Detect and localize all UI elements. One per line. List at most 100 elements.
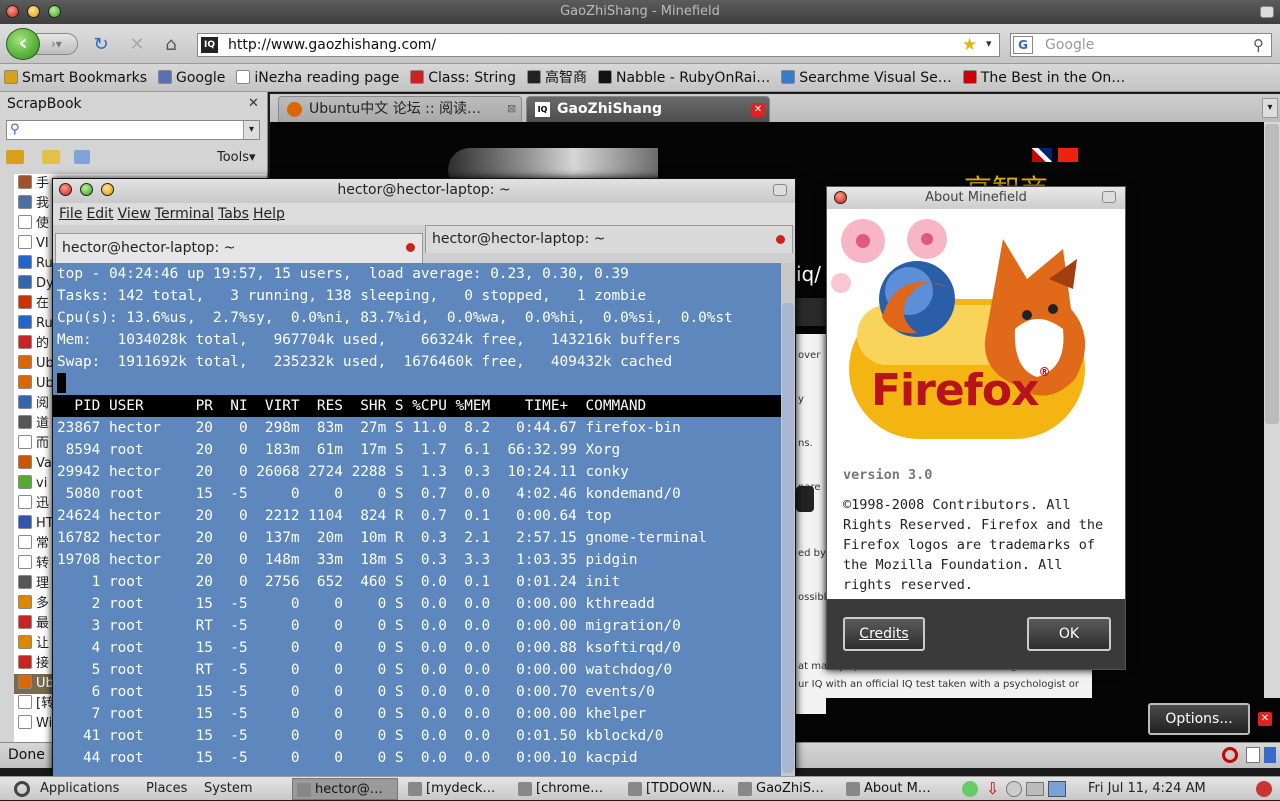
bookmark-item[interactable]: iNezha reading page xyxy=(232,64,399,91)
firefox-wordmark-text: Firefox xyxy=(871,365,1039,416)
tools-menu[interactable]: Tools▾ xyxy=(217,144,256,172)
terminal-tab-1[interactable]: hector@hector-laptop: ~ xyxy=(55,233,423,263)
sidebar-search-input[interactable]: ⚲ ▾ xyxy=(6,120,260,140)
stop-icon[interactable]: ✕ xyxy=(126,34,148,56)
open-folder-icon[interactable] xyxy=(42,150,60,164)
terminal-line: top - 04:24:46 up 19:57, 15 users, load … xyxy=(57,266,629,282)
terminal-scrollbar[interactable] xyxy=(781,263,795,777)
credits-button[interactable]: Credits xyxy=(843,617,925,651)
sidebar-item-icon xyxy=(18,475,32,489)
notes-icon[interactable] xyxy=(74,150,90,164)
bookmark-item[interactable]: Nabble - RubyOnRai… xyxy=(594,64,770,91)
tab-list-dropdown-icon[interactable]: ▾ xyxy=(1262,98,1278,118)
task-button[interactable]: About M… xyxy=(842,778,948,800)
bookmark-star-icon[interactable]: ★ xyxy=(962,35,977,55)
task-label: [chrome… xyxy=(536,781,604,796)
about-shade-button[interactable] xyxy=(1102,191,1116,203)
terminal-menu-terminal[interactable]: Terminal xyxy=(155,206,214,222)
tools-menu-label: Tools xyxy=(217,150,250,165)
security-icon[interactable] xyxy=(1264,747,1276,763)
china-flag-icon[interactable] xyxy=(1058,148,1078,162)
task-button[interactable]: [TDDOWN… xyxy=(624,778,730,800)
task-button[interactable]: [chrome… xyxy=(514,778,620,800)
findbar-close-icon[interactable]: ✕ xyxy=(1258,712,1272,726)
terminal-line: 1 root 20 0 2756 652 460 S 0.0 0.1 0:01.… xyxy=(57,574,621,590)
bookmark-item[interactable]: The Best in the On… xyxy=(959,64,1125,91)
tab-close-icon[interactable]: ✕ xyxy=(751,103,765,117)
terminal-menu-tabs[interactable]: Tabs xyxy=(218,206,249,222)
tab-close-icon[interactable]: ⊠ xyxy=(507,97,516,121)
terminal-close-button[interactable] xyxy=(59,183,72,196)
terminal-menu-view[interactable]: View xyxy=(118,206,151,222)
page-scrollbar-thumb[interactable] xyxy=(1265,124,1279,424)
ok-button[interactable]: OK xyxy=(1027,617,1111,651)
task-button[interactable]: hector@… xyxy=(292,778,398,800)
terminal-maximize-button[interactable] xyxy=(80,183,93,196)
window-resize-button[interactable] xyxy=(1260,6,1274,18)
reload-icon[interactable]: ↻ xyxy=(90,34,112,56)
new-folder-icon[interactable] xyxy=(6,150,24,164)
about-titlebar: About Minefield xyxy=(827,187,1125,209)
bookmark-label: Google xyxy=(176,70,226,86)
search-engine-icon[interactable]: G xyxy=(1013,36,1033,54)
bookmark-item[interactable]: Google xyxy=(154,64,226,91)
bookmark-item[interactable]: Class: String xyxy=(406,64,516,91)
system-menu[interactable]: System xyxy=(204,777,252,801)
bookmark-item[interactable]: 高智商 xyxy=(523,64,587,91)
options-button[interactable]: Options... xyxy=(1148,703,1250,735)
terminal-scrollbar-thumb[interactable] xyxy=(782,303,794,773)
panel-clock[interactable]: Fri Jul 11, 4:24 AM xyxy=(1088,777,1206,801)
tab-gaozhishang[interactable]: IQ GaoZhiShang ✕ xyxy=(526,96,770,122)
search-bar[interactable]: G Google ⚲ xyxy=(1010,33,1272,57)
terminal-minimize-button[interactable] xyxy=(101,183,114,196)
tray-network-icon[interactable] xyxy=(962,781,978,797)
sidebar-item-label: 的 xyxy=(36,336,50,351)
sidebar-close-icon[interactable]: ✕ xyxy=(248,92,259,116)
terminal-tab-close-icon[interactable] xyxy=(406,243,415,252)
about-close-button[interactable] xyxy=(834,191,847,204)
home-icon[interactable]: ⌂ xyxy=(160,34,182,56)
url-dropdown-icon[interactable]: ▾ xyxy=(986,37,992,50)
tray-printer-icon[interactable] xyxy=(1026,782,1044,796)
task-button[interactable]: GaoZhiS… xyxy=(734,778,840,800)
bookmark-item[interactable]: Searchme Visual Se… xyxy=(777,64,952,91)
search-magnifier-icon[interactable]: ⚲ xyxy=(1253,34,1264,56)
terminal-menu-help[interactable]: Help xyxy=(253,206,285,222)
url-bar[interactable]: IQ http://www.gaozhishang.com/ ★ ▾ xyxy=(197,33,1000,57)
tray-download-icon[interactable]: ⇩ xyxy=(986,780,1000,798)
credits-button-label: Credits xyxy=(859,626,909,642)
sidebar-item-icon xyxy=(18,515,32,529)
terminal-menu-edit[interactable]: Edit xyxy=(86,206,113,222)
sidebar-item-icon xyxy=(18,195,32,209)
page-info-icon[interactable] xyxy=(1246,747,1260,763)
places-menu[interactable]: Places xyxy=(146,777,187,801)
terminal-output[interactable]: top - 04:24:46 up 19:57, 15 users, load … xyxy=(53,263,781,777)
url-text[interactable]: http://www.gaozhishang.com/ xyxy=(228,34,436,56)
window-minimize-button[interactable] xyxy=(27,5,40,18)
terminal-tab-close-icon[interactable] xyxy=(776,235,785,244)
tray-clock-icon[interactable] xyxy=(1006,781,1022,797)
back-button[interactable]: ‹ xyxy=(6,28,40,60)
terminal-line: Tasks: 142 total, 3 running, 138 sleepin… xyxy=(57,288,647,304)
terminal-line: 3 root RT -5 0 0 0 S 0.0 0.0 0:00.00 mig… xyxy=(57,618,681,634)
terminal-tab-2[interactable]: hector@hector-laptop: ~ xyxy=(425,225,793,253)
tab-ubuntu-forum[interactable]: Ubuntu中文 论坛 :: 阅读… ⊠ xyxy=(278,96,522,122)
terminal-menu-file[interactable]: File xyxy=(59,206,82,222)
english-flag-icon[interactable] xyxy=(1032,148,1052,162)
search-placeholder[interactable]: Google xyxy=(1045,34,1094,56)
window-close-button[interactable] xyxy=(6,5,19,18)
task-button[interactable]: [mydeck… xyxy=(404,778,510,800)
ubuntu-logo-icon[interactable] xyxy=(14,781,30,797)
applications-menu[interactable]: Applications xyxy=(40,777,119,801)
page-button-shape[interactable] xyxy=(796,486,814,512)
bookmark-item[interactable]: Smart Bookmarks xyxy=(0,64,147,91)
shutdown-icon[interactable] xyxy=(1256,781,1272,797)
page-scrollbar[interactable] xyxy=(1264,122,1280,698)
sidebar-search-dropdown-icon[interactable]: ▾ xyxy=(243,121,259,139)
terminal-shade-button[interactable] xyxy=(773,184,787,196)
tray-display-icon[interactable] xyxy=(1048,781,1066,797)
noscript-icon[interactable] xyxy=(1222,747,1238,763)
window-maximize-button[interactable] xyxy=(48,5,61,18)
page-icon xyxy=(236,70,251,84)
forward-button[interactable]: ›▾ xyxy=(36,33,78,55)
